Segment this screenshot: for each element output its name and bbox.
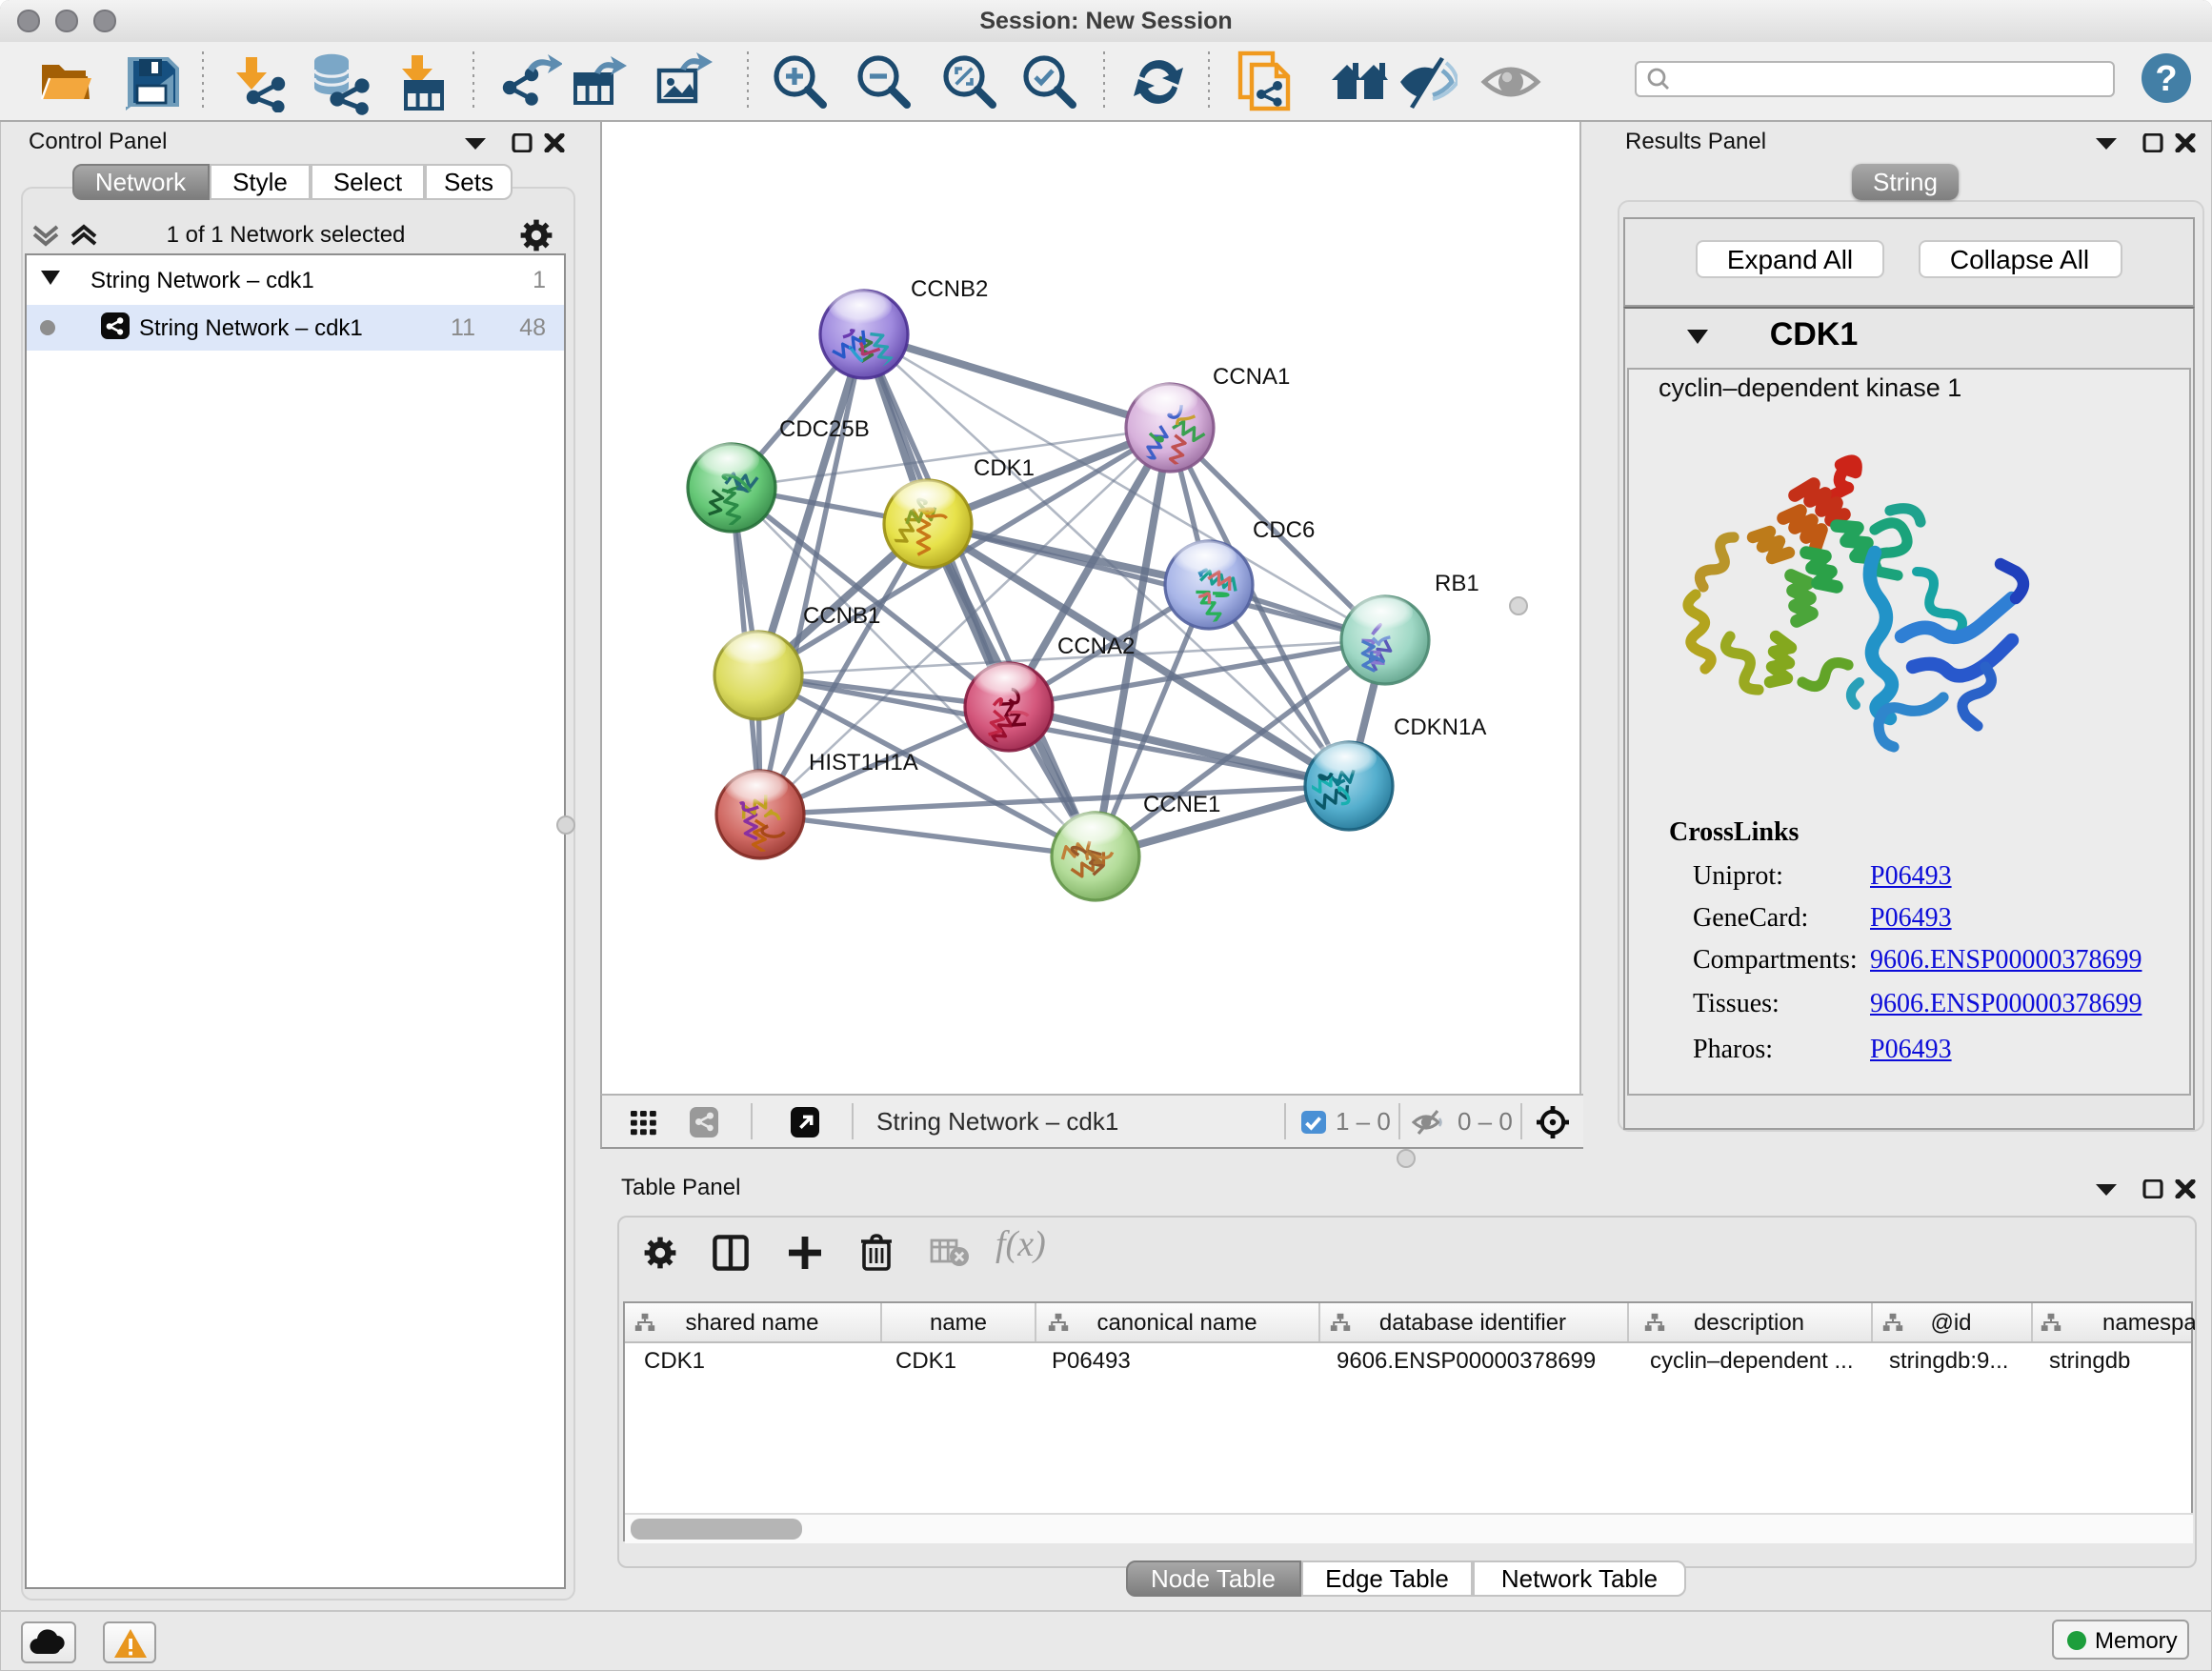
svg-text:CDKN1A: CDKN1A [1393,714,1485,739]
svg-text:CDK1: CDK1 [973,454,1034,480]
svg-text:CDC6: CDC6 [1252,516,1314,542]
svg-text:RB1: RB1 [1434,570,1478,595]
svg-text:?: ? [2155,58,2177,98]
svg-text:CDC25B: CDC25B [778,415,869,441]
svg-text:CCNB2: CCNB2 [910,275,987,301]
svg-text:CCNB1: CCNB1 [802,602,879,628]
svg-text:CCNA1: CCNA1 [1212,363,1289,389]
svg-text:CCNE1: CCNE1 [1142,791,1219,816]
svg-text:HIST1H1A: HIST1H1A [808,749,917,775]
svg-text:CCNA2: CCNA2 [1056,633,1134,658]
